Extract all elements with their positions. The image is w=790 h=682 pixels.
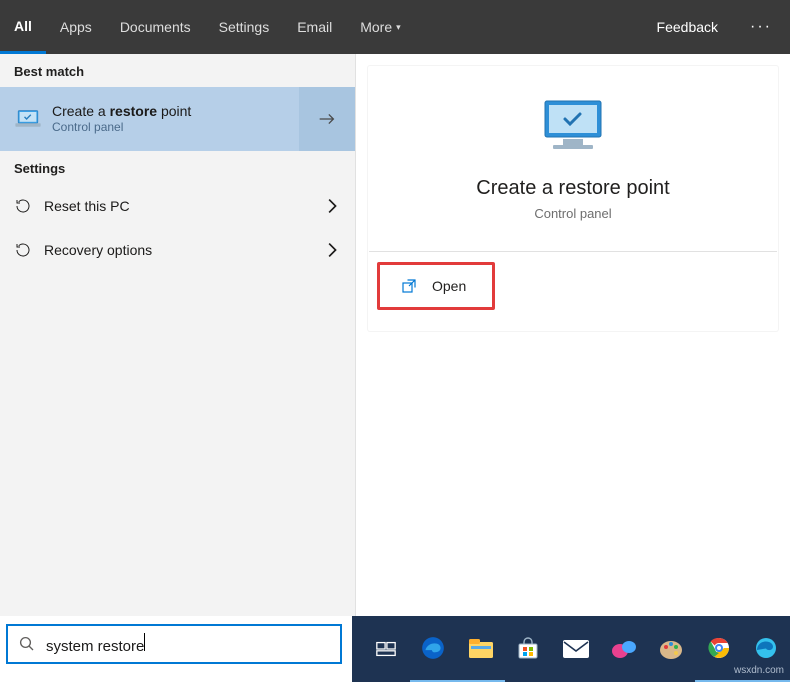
search-box[interactable]: system restore bbox=[6, 624, 342, 664]
setting-reset-this-pc[interactable]: Reset this PC bbox=[0, 184, 355, 228]
more-options-button[interactable]: ··· bbox=[732, 18, 790, 36]
tab-apps[interactable]: Apps bbox=[46, 0, 106, 54]
tab-more-label: More bbox=[360, 19, 392, 35]
best-match-expand-button[interactable] bbox=[299, 87, 355, 151]
tab-all[interactable]: All bbox=[0, 0, 46, 54]
search-filter-tabs: All Apps Documents Settings Email More ▾… bbox=[0, 0, 790, 54]
recovery-icon bbox=[14, 241, 32, 259]
divider bbox=[369, 251, 777, 252]
open-label: Open bbox=[432, 278, 466, 294]
monitor-icon bbox=[379, 97, 767, 155]
feedback-link[interactable]: Feedback bbox=[643, 19, 732, 35]
tab-more[interactable]: More ▾ bbox=[346, 0, 414, 54]
watermark: wsxdn.com bbox=[734, 665, 784, 676]
taskbar-app-pink[interactable] bbox=[600, 616, 648, 682]
bm-subtitle: Control panel bbox=[52, 120, 191, 135]
bm-title-bold: restore bbox=[110, 103, 157, 119]
open-icon bbox=[400, 277, 418, 295]
tab-email[interactable]: Email bbox=[283, 0, 346, 54]
task-view-button[interactable] bbox=[362, 616, 410, 682]
search-icon bbox=[18, 635, 36, 653]
results-panel: Best match Create a restore point Contro… bbox=[0, 54, 356, 616]
detail-subtitle: Control panel bbox=[379, 206, 767, 221]
setting-label: Reset this PC bbox=[44, 198, 323, 214]
search-input[interactable]: system restore bbox=[46, 633, 330, 655]
taskbar-microsoft-store[interactable] bbox=[505, 616, 553, 682]
section-best-match: Best match bbox=[0, 54, 355, 87]
setting-recovery-options[interactable]: Recovery options bbox=[0, 228, 355, 272]
best-match-text: Create a restore point Control panel bbox=[52, 103, 191, 136]
arrow-right-icon bbox=[316, 108, 338, 130]
laptop-icon bbox=[14, 109, 42, 129]
taskbar-edge[interactable] bbox=[410, 616, 458, 682]
open-action[interactable]: Open bbox=[377, 262, 495, 310]
taskbar-paint[interactable] bbox=[647, 616, 695, 682]
search-value: system restore bbox=[46, 638, 144, 655]
taskbar-file-explorer[interactable] bbox=[457, 616, 505, 682]
section-settings: Settings bbox=[0, 151, 355, 184]
chevron-right-icon bbox=[323, 197, 355, 215]
setting-label: Recovery options bbox=[44, 242, 323, 258]
taskbar-mail[interactable] bbox=[552, 616, 600, 682]
chevron-down-icon: ▾ bbox=[396, 22, 401, 33]
text-caret bbox=[144, 633, 145, 651]
taskbar: wsxdn.com bbox=[352, 616, 790, 682]
reset-icon bbox=[14, 197, 32, 215]
tab-documents[interactable]: Documents bbox=[106, 0, 205, 54]
bm-title-pre: Create a bbox=[52, 103, 110, 119]
detail-panel: Create a restore point Control panel Ope… bbox=[356, 54, 790, 616]
tab-settings[interactable]: Settings bbox=[205, 0, 284, 54]
chevron-right-icon bbox=[323, 241, 355, 259]
detail-title: Create a restore point bbox=[379, 177, 767, 200]
bm-title-post: point bbox=[157, 103, 191, 119]
best-match-row[interactable]: Create a restore point Control panel bbox=[0, 87, 355, 151]
